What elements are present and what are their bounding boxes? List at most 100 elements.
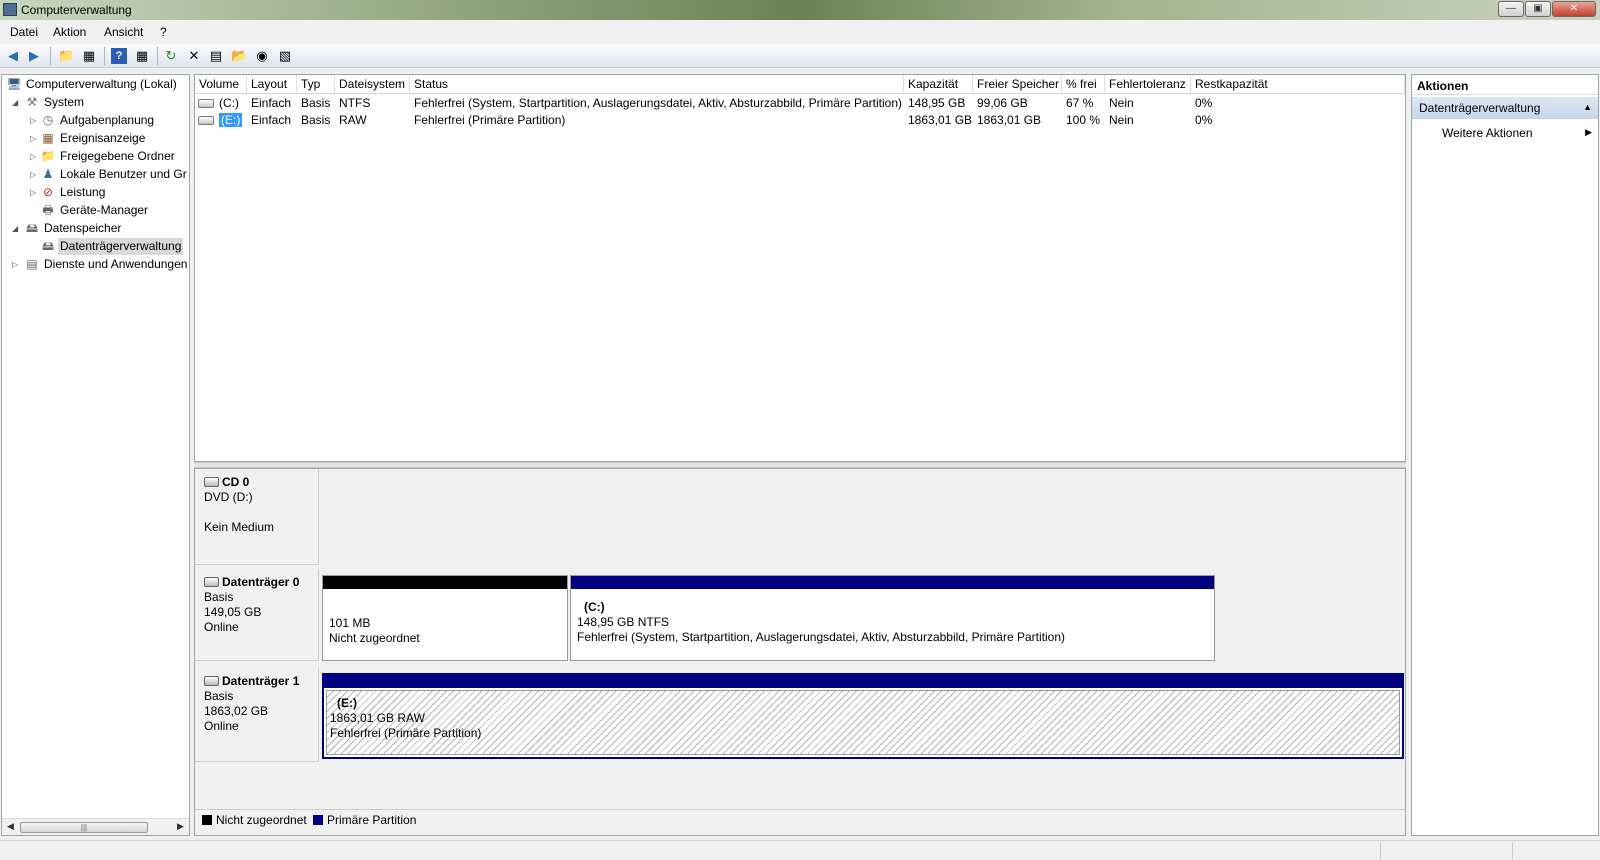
clock-icon: ◷: [42, 113, 54, 127]
collapse-up-icon[interactable]: ▲: [1583, 102, 1592, 112]
event-viewer-icon: ▦: [42, 131, 54, 145]
partition-legend: Nicht zugeordnet Primäre Partition: [195, 809, 1405, 829]
tree-item-system[interactable]: ◢ ⚒ System: [12, 94, 189, 111]
disk-label-datentraeger-0[interactable]: Datenträger 0 Basis 149,05 GB Online: [195, 569, 319, 661]
expanded-arrow-icon[interactable]: ◢: [12, 94, 22, 111]
tree-item-computerverwaltung[interactable]: 🖥 Computerverwaltung (Lokal): [6, 76, 189, 93]
tree-item-geraete-manager[interactable]: 🖶 Geräte-Manager: [30, 202, 189, 219]
column-kapazitaet[interactable]: Kapazität: [904, 75, 973, 94]
menu-ansicht[interactable]: Ansicht: [104, 25, 143, 39]
tree-item-lokale-benutzer[interactable]: ▷ ♟ Lokale Benutzer und Gr: [30, 166, 189, 183]
tree-horizontal-scrollbar[interactable]: ◀ ||| ▶: [2, 818, 189, 835]
disk-label-datentraeger-1[interactable]: Datenträger 1 Basis 1863,02 GB Online: [195, 668, 319, 762]
tree-item-freigegebene-ordner[interactable]: ▷ 📁 Freigegebene Ordner: [30, 148, 189, 165]
volume-drive-icon: [198, 99, 214, 108]
tools-icon: ⚒: [26, 95, 38, 109]
tree-item-datentraegerverwaltung[interactable]: 🖴 Datenträgerverwaltung: [30, 238, 189, 255]
collapsed-arrow-icon[interactable]: ▷: [12, 256, 22, 273]
column-restkapazitaet[interactable]: Restkapazität: [1191, 75, 1405, 94]
refresh-icon[interactable]: ↻: [163, 48, 179, 64]
column-fehlertoleranz[interactable]: Fehlertoleranz: [1105, 75, 1191, 94]
unallocated-swatch: [202, 815, 212, 825]
disk-label-cd0[interactable]: CD 0 DVD (D:) Kein Medium: [195, 469, 319, 565]
show-hide-actions-icon[interactable]: ▦: [134, 48, 150, 64]
performance-icon: ⊘: [42, 185, 54, 199]
unallocated-bar: [323, 576, 567, 589]
disk-drive-icon: [204, 577, 219, 587]
volume-row-c[interactable]: (C:) Einfach Basis NTFS Fehlerfrei (Syst…: [195, 95, 1405, 112]
volume-drive-icon: [198, 116, 214, 125]
column-status[interactable]: Status: [410, 75, 904, 94]
column-dateisystem[interactable]: Dateisystem: [335, 75, 410, 94]
cd-drive-icon: [204, 477, 219, 487]
legend-primary-partition: Primäre Partition: [327, 813, 417, 827]
disk-drive-icon: [204, 676, 219, 686]
tree-item-ereignisanzeige[interactable]: ▷ ▦ Ereignisanzeige: [30, 130, 189, 147]
center-pane: Volume Layout Typ Dateisystem Status Kap…: [194, 74, 1406, 836]
actions-section-datentraegerverwaltung[interactable]: Datenträgerverwaltung ▲: [1412, 97, 1598, 119]
menu-help[interactable]: ?: [160, 25, 167, 39]
scroll-right-icon[interactable]: ▶: [177, 821, 184, 832]
storage-icon: 🖴: [25, 221, 39, 235]
device-manager-icon: 🖶: [42, 203, 54, 217]
menu-aktion[interactable]: Aktion: [53, 25, 86, 39]
maximize-button[interactable]: ▣: [1525, 1, 1551, 17]
collapsed-arrow-icon[interactable]: ▷: [30, 130, 40, 147]
cd0-strip: [320, 469, 1405, 565]
column-prozent-frei[interactable]: % frei: [1062, 75, 1105, 94]
services-icon: ▤: [26, 257, 38, 271]
help-icon[interactable]: ?: [111, 48, 127, 64]
partition-unallocated[interactable]: 101 MB Nicht zugeordnet: [322, 575, 568, 661]
partition-e-selected[interactable]: (E:) 1863,01 GB RAW Fehlerfrei (Primäre …: [322, 673, 1404, 759]
volume-row-e[interactable]: (E:) Einfach Basis RAW Fehlerfrei (Primä…: [195, 112, 1405, 129]
disk-graphical-view: CD 0 DVD (D:) Kein Medium Datenträger 0 …: [194, 468, 1406, 836]
column-layout[interactable]: Layout: [247, 75, 297, 94]
menu-datei[interactable]: Datei: [10, 25, 38, 39]
computer-icon: 🖥: [6, 77, 22, 91]
properties-icon[interactable]: ▤: [208, 48, 224, 64]
partition-c[interactable]: (C:) 148,95 GB NTFS Fehlerfrei (System, …: [570, 575, 1215, 661]
actions-pane: Aktionen Datenträgerverwaltung ▲ Weitere…: [1411, 74, 1599, 836]
title-bar: Computerverwaltung — ▣ ✕: [0, 0, 1600, 20]
weitere-aktionen-link[interactable]: Weitere Aktionen: [1442, 126, 1533, 140]
settings-icon[interactable]: ▧: [277, 48, 293, 64]
menu-bar: Datei Aktion Ansicht ?: [0, 22, 1600, 42]
column-typ[interactable]: Typ: [297, 75, 335, 94]
back-icon[interactable]: ◀: [5, 48, 21, 64]
collapsed-arrow-icon[interactable]: ▷: [30, 166, 40, 183]
column-freier-speicher[interactable]: Freier Speicher: [973, 75, 1062, 94]
submenu-arrow-icon[interactable]: ▶: [1585, 127, 1592, 138]
primary-partition-swatch: [313, 815, 323, 825]
collapsed-arrow-icon[interactable]: ▷: [30, 112, 40, 129]
primary-partition-bar: [324, 675, 1402, 688]
delete-icon[interactable]: ✕: [186, 48, 202, 64]
forward-icon[interactable]: ▶: [26, 48, 42, 64]
tree-item-aufgabenplanung[interactable]: ▷ ◷ Aufgabenplanung: [30, 112, 189, 129]
collapsed-arrow-icon[interactable]: ▷: [30, 148, 40, 165]
show-hide-tree-icon[interactable]: ▦: [81, 48, 97, 64]
scroll-left-icon[interactable]: ◀: [7, 821, 14, 832]
volume-list: Volume Layout Typ Dateisystem Status Kap…: [194, 74, 1406, 462]
expanded-arrow-icon[interactable]: ◢: [12, 220, 22, 237]
tree-item-dienste-und-anwendungen[interactable]: ▷ ▤ Dienste und Anwendungen: [12, 256, 189, 273]
minimize-button[interactable]: —: [1498, 1, 1524, 17]
up-folder-icon[interactable]: 📁: [58, 48, 74, 64]
volume-list-header: Volume Layout Typ Dateisystem Status Kap…: [195, 75, 1405, 94]
actions-header: Aktionen: [1412, 75, 1598, 95]
toolbar: ◀ ▶ 📁 ▦ ? ▦ ↻ ✕ ▤ 📂 ◉ ▧: [0, 44, 1600, 68]
raw-hatch-pattern: [326, 690, 1400, 755]
tree-item-datenspeicher[interactable]: ◢ 🖴 Datenspeicher: [12, 220, 189, 237]
close-button[interactable]: ✕: [1552, 1, 1596, 17]
volume-name-selected: (E:): [219, 113, 243, 127]
users-icon: ♟: [42, 167, 54, 181]
status-bar: [0, 840, 1600, 860]
tree-item-leistung[interactable]: ▷ ⊘ Leistung: [30, 184, 189, 201]
legend-unallocated: Nicht zugeordnet: [216, 813, 307, 827]
open-folder-icon[interactable]: 📂: [231, 48, 247, 64]
scrollbar-thumb[interactable]: |||: [20, 822, 148, 833]
column-volume[interactable]: Volume: [195, 75, 247, 94]
navigation-tree: 🖥 Computerverwaltung (Lokal) ◢ ⚒ System …: [1, 74, 190, 836]
collapsed-arrow-icon[interactable]: ▷: [30, 184, 40, 201]
computer-management-window: Computerverwaltung — ▣ ✕ Datei Aktion An…: [0, 0, 1600, 860]
search-disk-icon[interactable]: ◉: [254, 48, 270, 64]
